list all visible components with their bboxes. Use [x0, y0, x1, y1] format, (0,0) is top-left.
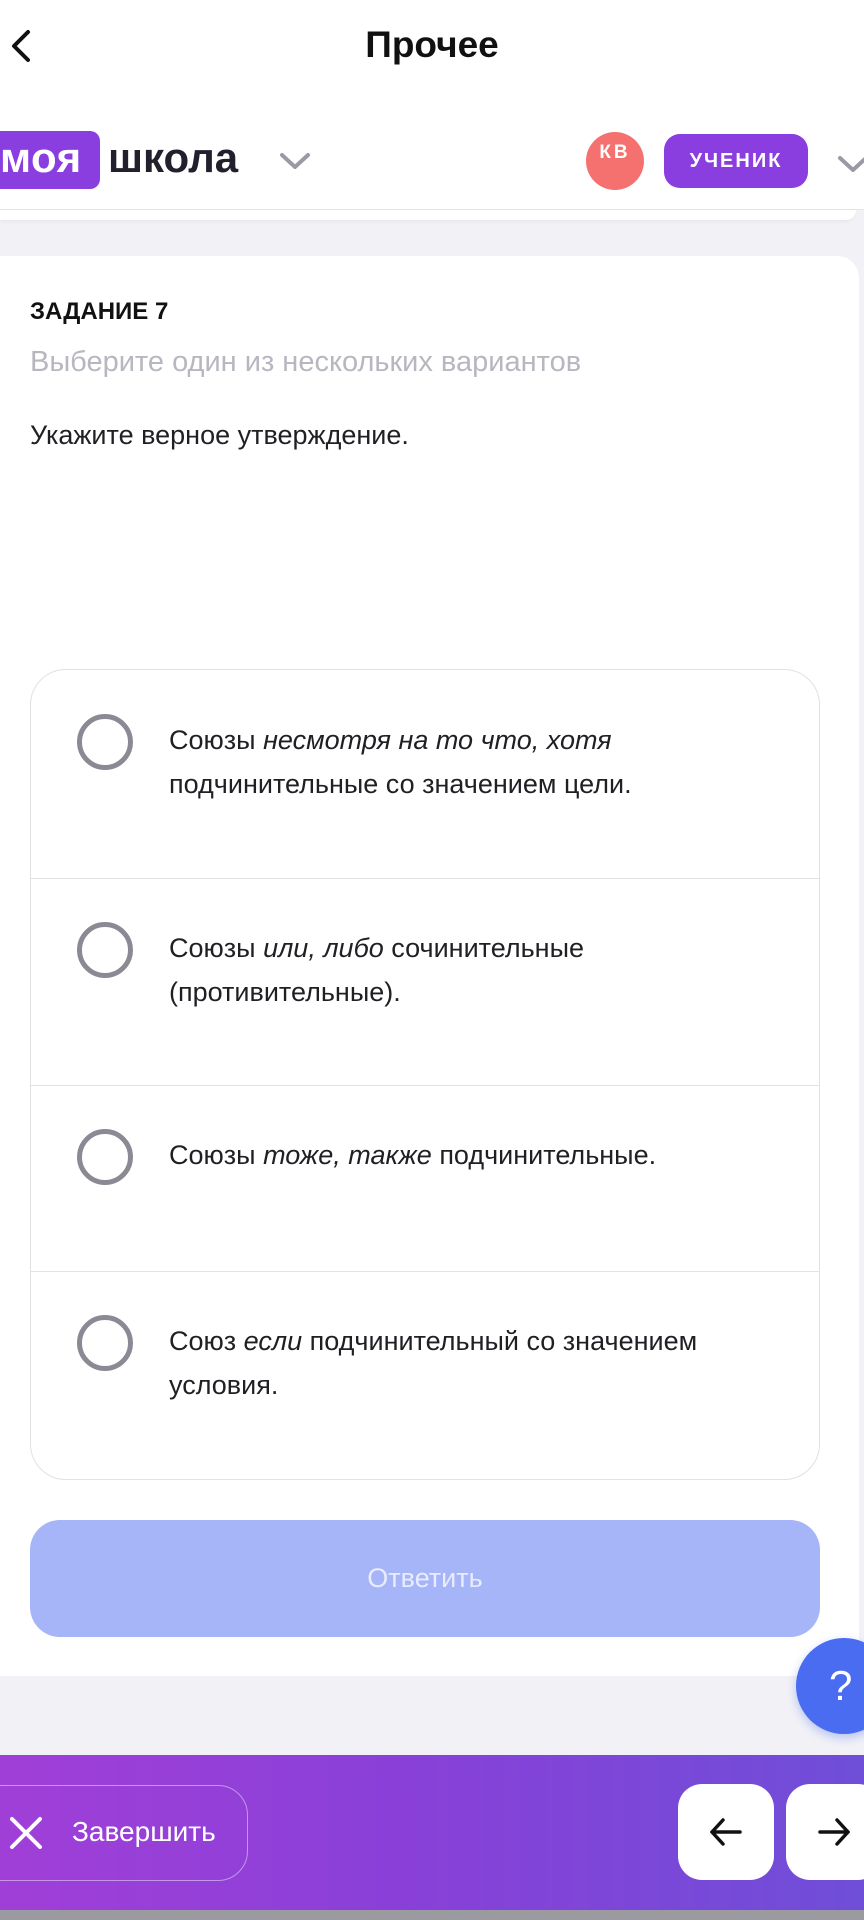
avatar[interactable]: КВ — [586, 132, 644, 190]
radio-button[interactable] — [77, 714, 133, 770]
logo-word-2: школа — [108, 134, 239, 181]
page-title: Прочее — [365, 24, 499, 65]
finish-label[interactable]: Завершить — [72, 1816, 216, 1848]
role-badge[interactable]: УЧЕНИК — [664, 134, 808, 188]
option-text: Союз если подчинительный со значением ус… — [169, 1326, 698, 1400]
answer-option-2[interactable]: Союзы или, либо сочинительные (противите… — [31, 879, 819, 1086]
arrow-left-icon — [710, 1818, 742, 1846]
answer-option-3[interactable]: Союзы тоже, также подчинительные. — [31, 1086, 819, 1272]
task-hint: Выберите один из нескольких вариантов — [30, 346, 582, 378]
top-bar: Прочее — [0, 0, 864, 100]
radio-button[interactable] — [77, 922, 133, 978]
radio-button[interactable] — [77, 1129, 133, 1185]
radio-button[interactable] — [77, 1315, 133, 1371]
header-card-edge — [0, 210, 856, 220]
next-button[interactable] — [786, 1784, 864, 1880]
logo-word-1: моя — [0, 134, 82, 181]
option-text: Союзы тоже, также подчинительные. — [169, 1140, 657, 1170]
task-question: Укажите верное утверждение. — [30, 420, 409, 450]
answer-option-4[interactable]: Союз если подчинительный со значением ус… — [31, 1272, 819, 1479]
answer-options: Союзы несмотря на то что, хотя подчините… — [30, 669, 820, 1480]
answer-option-1[interactable]: Союзы несмотря на то что, хотя подчините… — [31, 670, 819, 879]
bottom-edge — [0, 1910, 864, 1920]
arrow-right-icon — [818, 1818, 850, 1846]
answer-button[interactable]: Ответить — [30, 1520, 820, 1637]
task-number: ЗАДАНИЕ 7 — [30, 298, 169, 325]
option-text: Союзы или, либо сочинительные (противите… — [169, 933, 584, 1007]
close-icon[interactable] — [8, 1815, 44, 1851]
previous-button[interactable] — [678, 1784, 774, 1880]
chevron-down-icon[interactable] — [836, 153, 864, 175]
chevron-down-icon[interactable] — [278, 150, 312, 172]
option-text: Союзы несмотря на то что, хотя подчините… — [169, 725, 632, 799]
